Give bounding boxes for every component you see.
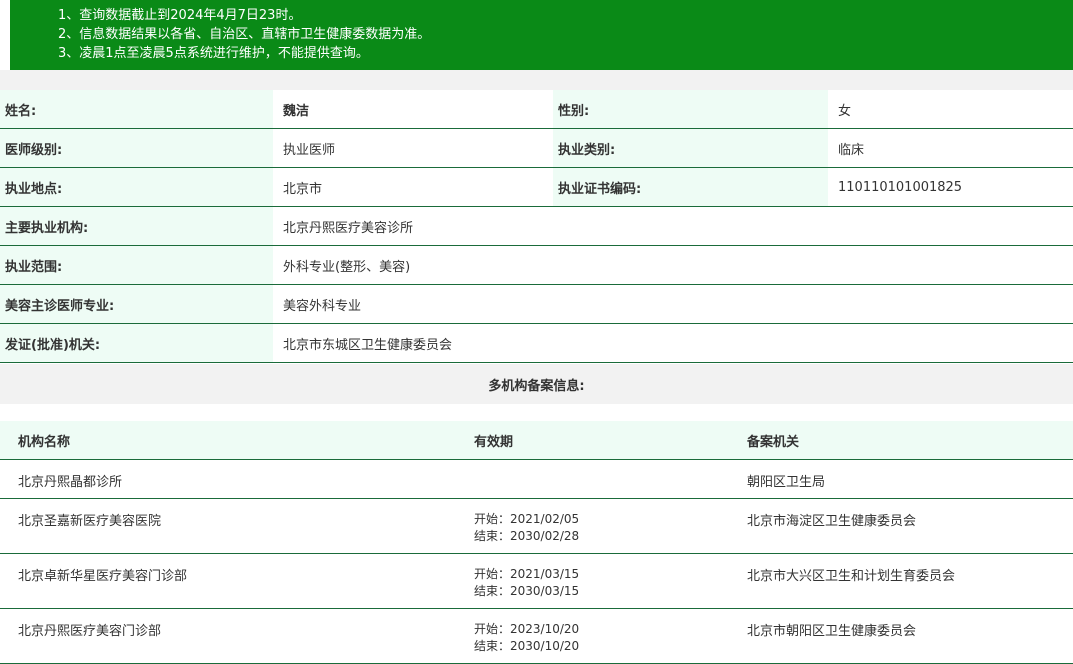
- multi-institution-table: 机构名称 有效期 备案机关 北京丹熙晶都诊所 朝阳区卫生局 北京圣嘉新医疗美容医…: [0, 421, 1073, 664]
- category-label: 执业类别:: [553, 129, 828, 167]
- info-row-scope: 执业范围: 外科专业(整形、美容): [0, 246, 1073, 285]
- info-row-institution: 主要执业机构: 北京丹熙医疗美容诊所: [0, 207, 1073, 246]
- info-row-location: 执业地点: 北京市 执业证书编码: 110110101001825: [0, 168, 1073, 207]
- location-value: 北京市: [273, 168, 553, 206]
- name-value: 魏洁: [273, 90, 553, 128]
- institution-value: 北京丹熙医疗美容诊所: [273, 207, 1073, 245]
- issuer-value: 北京市东城区卫生健康委员会: [273, 324, 1073, 362]
- gender-label: 性别:: [553, 90, 828, 128]
- specialty-label: 美容主诊医师专业:: [0, 285, 273, 323]
- notice-line-2: 2、信息数据结果以各省、自治区、直辖市卫生健康委数据为准。: [58, 27, 431, 42]
- row-start: 开始：2023/10/20: [474, 622, 580, 636]
- table-row: 北京卓新华星医疗美容门诊部 开始：2021/03/15 结束：2030/03/1…: [0, 554, 1073, 609]
- notice-line-1: 1、查询数据截止到2024年4月7日23时。: [58, 8, 302, 23]
- row-authority: 北京市海淀区卫生健康委员会: [747, 514, 917, 529]
- spacer: [0, 70, 1073, 90]
- row-authority: 北京市朝阳区卫生健康委员会: [747, 624, 917, 639]
- cert-label: 执业证书编码:: [553, 168, 828, 206]
- row-period: 开始：2021/03/15 结束：2030/03/15: [474, 554, 747, 608]
- name-label: 姓名:: [0, 90, 273, 128]
- table-row: 北京圣嘉新医疗美容医院 开始：2021/02/05 结束：2030/02/28 …: [0, 499, 1073, 554]
- notice-banner: 1、查询数据截止到2024年4月7日23时。 2、信息数据结果以各省、自治区、直…: [10, 0, 1073, 70]
- row-end: 结束：2030/10/20: [474, 639, 580, 653]
- institution-label: 主要执业机构:: [0, 207, 273, 245]
- row-end: 结束：2030/03/15: [474, 584, 580, 598]
- specialty-value: 美容外科专业: [273, 285, 1073, 323]
- row-end: 结束：2030/02/28: [474, 529, 580, 543]
- row-period: 开始：2021/02/05 结束：2030/02/28: [474, 499, 747, 553]
- row-period: [474, 460, 747, 498]
- gender-value: 女: [828, 90, 1073, 128]
- table-row: 北京丹熙医疗美容门诊部 开始：2023/10/20 结束：2030/10/20 …: [0, 609, 1073, 664]
- table-row: 北京丹熙晶都诊所 朝阳区卫生局: [0, 460, 1073, 499]
- multi-institution-title: 多机构备案信息:: [0, 364, 1073, 404]
- doctor-info-table: 姓名: 魏洁 性别: 女 医师级别: 执业医师 执业类别: 临床 执业地点: 北…: [0, 90, 1073, 363]
- issuer-label: 发证(批准)机关:: [0, 324, 273, 362]
- header-institution: 机构名称: [18, 434, 71, 450]
- category-value: 临床: [828, 129, 1073, 167]
- level-label: 医师级别:: [0, 129, 273, 167]
- scope-label: 执业范围:: [0, 246, 273, 284]
- spacer: [0, 404, 1073, 421]
- table-header: 机构名称 有效期 备案机关: [0, 421, 1073, 460]
- header-authority: 备案机关: [747, 434, 800, 450]
- header-period: 有效期: [474, 434, 514, 450]
- location-label: 执业地点:: [0, 168, 273, 206]
- info-row-name: 姓名: 魏洁 性别: 女: [0, 90, 1073, 129]
- row-institution: 北京圣嘉新医疗美容医院: [18, 514, 162, 529]
- row-institution: 北京丹熙医疗美容门诊部: [18, 624, 162, 639]
- row-authority: 北京市大兴区卫生和计划生育委员会: [747, 569, 956, 584]
- scope-value: 外科专业(整形、美容): [273, 246, 1073, 284]
- row-start: 开始：2021/02/05: [474, 512, 580, 526]
- row-start: 开始：2021/03/15: [474, 567, 580, 581]
- row-authority: 朝阳区卫生局: [747, 475, 826, 490]
- cert-value: 110110101001825: [828, 168, 1073, 206]
- level-value: 执业医师: [273, 129, 553, 167]
- row-institution: 北京丹熙晶都诊所: [18, 475, 123, 490]
- row-institution: 北京卓新华星医疗美容门诊部: [18, 569, 188, 584]
- info-row-issuer: 发证(批准)机关: 北京市东城区卫生健康委员会: [0, 324, 1073, 363]
- row-period: 开始：2023/10/20 结束：2030/10/20: [474, 609, 747, 663]
- info-row-specialty: 美容主诊医师专业: 美容外科专业: [0, 285, 1073, 324]
- info-row-level: 医师级别: 执业医师 执业类别: 临床: [0, 129, 1073, 168]
- notice-line-3: 3、凌晨1点至凌晨5点系统进行维护，不能提供查询。: [58, 46, 369, 61]
